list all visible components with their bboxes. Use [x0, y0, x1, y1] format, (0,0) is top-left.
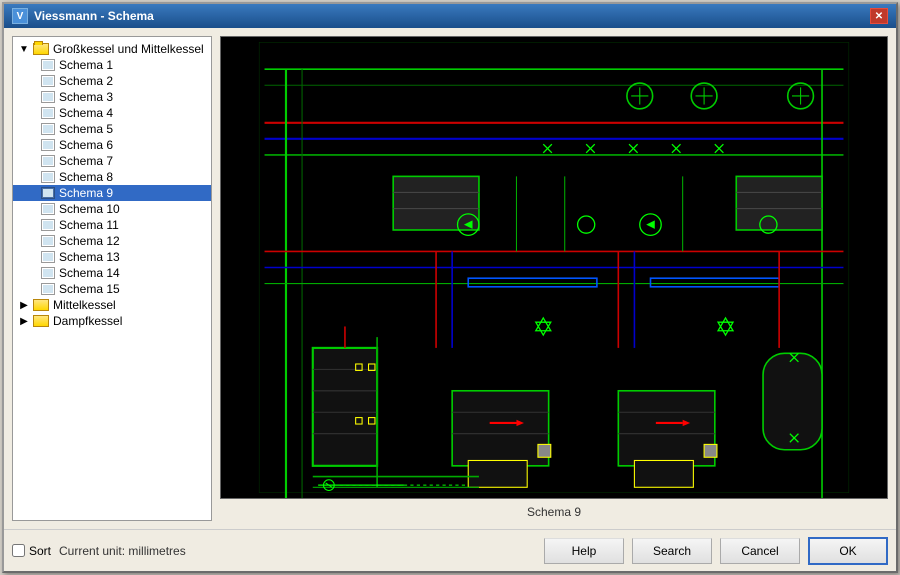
folder-closed-icon — [33, 299, 49, 311]
schema-icon — [41, 155, 55, 167]
sort-label[interactable]: Sort — [29, 544, 51, 558]
expand-icon: ▶ — [17, 298, 31, 312]
schema-icon — [41, 187, 55, 199]
tree-item-schema14[interactable]: Schema 14 — [13, 265, 211, 281]
tree-item-schema10[interactable]: Schema 10 — [13, 201, 211, 217]
expand-icon: ▼ — [17, 42, 31, 56]
preview-image — [220, 36, 888, 499]
ok-button[interactable]: OK — [808, 537, 888, 565]
help-button[interactable]: Help — [544, 538, 624, 564]
schema-icon — [41, 75, 55, 87]
title-bar: V Viessmann - Schema ✕ — [4, 4, 896, 28]
schema-icon — [41, 107, 55, 119]
tree-item-schema9[interactable]: Schema 9 — [13, 185, 211, 201]
tree-item-schema15[interactable]: Schema 15 — [13, 281, 211, 297]
bottom-bar: Sort Current unit: millimetres Help Sear… — [4, 529, 896, 571]
tree-item-schema6[interactable]: Schema 6 — [13, 137, 211, 153]
schema-diagram — [221, 37, 887, 498]
schema-icon — [41, 139, 55, 151]
folder-closed-icon — [33, 315, 49, 327]
tree-item-schema12[interactable]: Schema 12 — [13, 233, 211, 249]
window-title: Viessmann - Schema — [34, 9, 154, 23]
sort-checkbox-container[interactable]: Sort — [12, 544, 51, 558]
content-area: ▼ Großkessel und Mittelkessel Schema 1 S… — [4, 28, 896, 529]
current-unit-label: Current unit: millimetres — [59, 544, 536, 558]
schema-icon — [41, 219, 55, 231]
schema-icon — [41, 171, 55, 183]
tree-item-schema4[interactable]: Schema 4 — [13, 105, 211, 121]
sort-checkbox[interactable] — [12, 544, 25, 557]
tree-item-schema1[interactable]: Schema 1 — [13, 57, 211, 73]
tree-item-schema7[interactable]: Schema 7 — [13, 153, 211, 169]
tree-item-schema8[interactable]: Schema 8 — [13, 169, 211, 185]
title-bar-left: V Viessmann - Schema — [12, 8, 154, 24]
root-group-label: Großkessel und Mittelkessel — [53, 42, 204, 56]
tree-item-schema13[interactable]: Schema 13 — [13, 249, 211, 265]
schema-icon — [41, 203, 55, 215]
tree-panel[interactable]: ▼ Großkessel und Mittelkessel Schema 1 S… — [12, 36, 212, 521]
schema-icon — [41, 267, 55, 279]
preview-label: Schema 9 — [220, 503, 888, 521]
schema-icon — [41, 59, 55, 71]
window-icon: V — [12, 8, 28, 24]
expand-icon: ▶ — [17, 314, 31, 328]
schema-icon — [41, 283, 55, 295]
tree-item-schema5[interactable]: Schema 5 — [13, 121, 211, 137]
tree-item-schema11[interactable]: Schema 11 — [13, 217, 211, 233]
tree-item-schema3[interactable]: Schema 3 — [13, 89, 211, 105]
search-button[interactable]: Search — [632, 538, 712, 564]
cancel-button[interactable]: Cancel — [720, 538, 800, 564]
folder-open-icon — [33, 43, 49, 55]
schema-icon — [41, 235, 55, 247]
tree-item-schema2[interactable]: Schema 2 — [13, 73, 211, 89]
tree-group-mittelkessel[interactable]: ▶ Mittelkessel — [13, 297, 211, 313]
close-button[interactable]: ✕ — [870, 8, 888, 24]
tree-group-root[interactable]: ▼ Großkessel und Mittelkessel — [13, 41, 211, 57]
schema-icon — [41, 123, 55, 135]
schema-icon — [41, 91, 55, 103]
preview-panel: Schema 9 — [220, 36, 888, 521]
schema-icon — [41, 251, 55, 263]
tree-group-dampfkessel[interactable]: ▶ Dampfkessel — [13, 313, 211, 329]
main-window: V Viessmann - Schema ✕ ▼ Großkessel und … — [2, 2, 898, 573]
